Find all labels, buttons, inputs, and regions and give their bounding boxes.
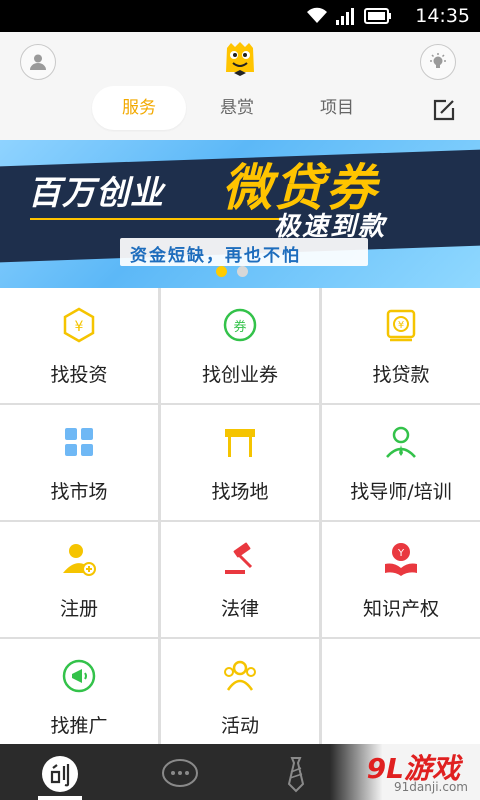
service-label: 找场地	[211, 481, 269, 503]
service-law[interactable]: 法律	[161, 522, 319, 637]
service-label: 找市场	[50, 481, 108, 503]
coupon-icon: 券	[223, 308, 257, 342]
watermark: 9L游戏 91danji.com	[330, 744, 480, 800]
user-icon	[30, 54, 46, 70]
banner-divider	[30, 218, 280, 220]
investment-icon: ¥	[63, 307, 95, 343]
ip-icon: Y	[385, 543, 417, 576]
service-label: 注册	[59, 598, 98, 620]
status-time: 14:35	[415, 5, 470, 27]
create-icon[interactable]	[40, 754, 80, 794]
chat-icon[interactable]	[160, 754, 200, 794]
tips-button[interactable]	[420, 44, 456, 80]
tab-bounty[interactable]: 悬赏	[192, 86, 282, 130]
service-label: 找导师/培训	[350, 481, 452, 503]
app-logo-icon	[226, 42, 254, 76]
register-icon	[63, 544, 96, 576]
category-tabs: 服务 悬赏 项目	[92, 86, 392, 130]
status-bar: 14:35	[0, 0, 480, 32]
profile-button[interactable]	[20, 44, 56, 80]
service-label: 法律	[220, 598, 259, 620]
service-grid: ¥ 找投资 券 找创业券 ¥ 找贷款 找市场 找场地 找导师/培训 注册 法律 …	[0, 288, 480, 744]
banner-line1: 百万创业	[28, 173, 164, 212]
activity-icon	[224, 660, 256, 691]
wifi-icon	[307, 7, 327, 23]
loan-icon: ¥	[386, 309, 416, 342]
app-header: 服务 悬赏 项目	[0, 32, 480, 140]
bottom-nav: 9L游戏 91danji.com	[0, 744, 480, 800]
banner-pager	[216, 266, 248, 277]
tie-icon[interactable]	[276, 754, 316, 794]
svg-text:¥: ¥	[75, 319, 84, 335]
service-ip[interactable]: Y 知识产权	[322, 522, 480, 637]
service-register[interactable]: 注册	[0, 522, 158, 637]
battery-icon	[364, 8, 391, 24]
megaphone-icon	[62, 659, 96, 693]
service-label: 找投资	[50, 364, 108, 386]
tab-project[interactable]: 项目	[292, 86, 382, 130]
service-market[interactable]: 找市场	[0, 405, 158, 520]
active-tab-indicator	[38, 796, 82, 800]
service-label: 找创业券	[201, 364, 278, 386]
service-label: 找推广	[50, 715, 108, 737]
service-investment[interactable]: ¥ 找投资	[0, 288, 158, 403]
banner-line4: 资金短缺，再也不怕	[130, 246, 301, 266]
svg-text:¥: ¥	[398, 320, 404, 331]
mentor-icon	[386, 426, 416, 458]
service-empty-slot	[322, 639, 480, 744]
lightbulb-icon	[430, 53, 446, 68]
svg-text:Y: Y	[397, 548, 405, 559]
svg-text:券: 券	[233, 319, 246, 335]
edit-icon[interactable]	[432, 98, 456, 122]
watermark-url: 91danji.com	[394, 780, 468, 794]
service-coupon[interactable]: 券 找创业券	[161, 288, 319, 403]
service-promotion[interactable]: 找推广	[0, 639, 158, 744]
pager-dot-1[interactable]	[216, 266, 227, 277]
service-loan[interactable]: ¥ 找贷款	[322, 288, 480, 403]
pager-dot-2[interactable]	[237, 266, 248, 277]
service-venue[interactable]: 找场地	[161, 405, 319, 520]
service-mentor[interactable]: 找导师/培训	[322, 405, 480, 520]
service-activity[interactable]: 活动	[161, 639, 319, 744]
service-label: 知识产权	[362, 598, 439, 620]
tab-service[interactable]: 服务	[92, 86, 186, 130]
signal-icon	[336, 8, 354, 25]
status-icons	[306, 7, 392, 25]
service-label: 活动	[220, 715, 259, 737]
service-label: 找贷款	[372, 364, 430, 386]
venue-icon	[225, 429, 255, 457]
gavel-icon	[225, 542, 253, 574]
market-icon	[65, 428, 93, 456]
